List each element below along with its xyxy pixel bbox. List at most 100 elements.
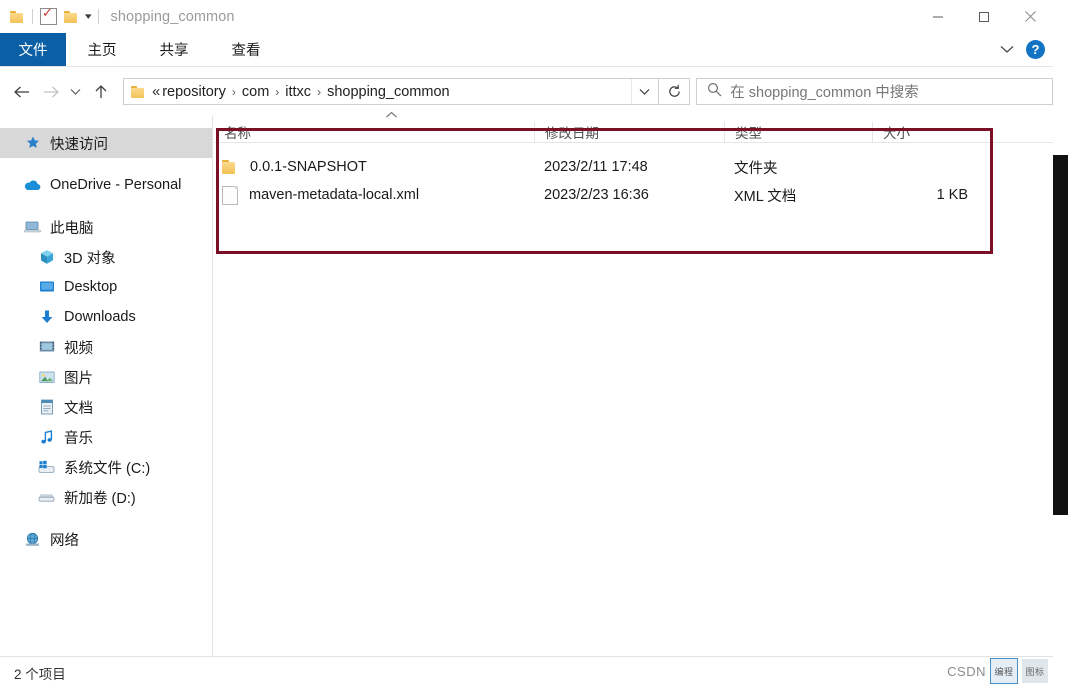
item-count-label: 2 个项目 — [14, 667, 66, 682]
ribbon-right-controls: ? — [1000, 33, 1045, 66]
drive-icon — [38, 489, 55, 506]
file-list-pane[interactable]: 名称 修改日期 类型 大小 0.0.1-SNAPSHOT 2023/2/11 1… — [214, 111, 1053, 656]
sidebar-item-label: 文档 — [64, 400, 93, 417]
sidebar-item-this-pc[interactable]: 此电脑 — [0, 212, 212, 242]
sidebar-item-desktop[interactable]: Desktop — [0, 272, 212, 302]
minimize-button[interactable] — [915, 0, 961, 33]
chevron-down-icon[interactable] — [1000, 41, 1014, 59]
3d-objects-icon — [38, 249, 55, 266]
file-explorer-window: ▾ shopping_common — [0, 0, 1054, 689]
breadcrumb-item-com[interactable]: com — [242, 84, 269, 100]
arrow-up-icon[interactable] — [87, 77, 116, 107]
breadcrumb-separator-icon[interactable]: › — [317, 85, 321, 99]
pin-star-icon — [24, 135, 41, 152]
windows-drive-icon — [38, 459, 55, 476]
column-header-name[interactable]: 名称 — [214, 122, 534, 142]
sidebar-item-downloads[interactable]: Downloads — [0, 302, 212, 332]
network-icon — [24, 531, 41, 548]
sidebar-item-label: Downloads — [64, 309, 136, 325]
downloads-icon — [38, 309, 55, 326]
toolbar-divider-2 — [97, 9, 99, 24]
chevron-down-icon[interactable]: ▾ — [85, 12, 92, 21]
breadcrumb-overflow[interactable]: « — [152, 84, 160, 100]
ribbon-tabs: 文件 主页 共享 查看 — [0, 33, 1053, 66]
file-date-cell: 2023/2/23 16:36 — [544, 187, 649, 203]
xml-document-icon — [222, 185, 238, 205]
watermark-badge-1: 编程 — [990, 658, 1018, 684]
tab-file[interactable]: 文件 — [0, 33, 66, 66]
refresh-icon[interactable] — [658, 78, 691, 105]
column-header-date-modified[interactable]: 修改日期 — [534, 122, 724, 142]
sidebar-item-3d-objects[interactable]: 3D 对象 — [0, 242, 212, 272]
file-name: 0.0.1-SNAPSHOT — [250, 159, 367, 175]
file-name: maven-metadata-local.xml — [249, 187, 420, 203]
table-row[interactable]: 0.0.1-SNAPSHOT 2023/2/11 17:48 文件夹 — [214, 153, 1053, 181]
address-bar[interactable]: « repository › com › ittxc › shopping_co… — [123, 78, 659, 105]
column-header-size[interactable]: 大小 — [872, 122, 982, 142]
search-placeholder: 在 shopping_common 中搜索 — [730, 85, 919, 101]
title-bar: ▾ shopping_common — [0, 0, 1053, 33]
sidebar-item-system-drive-c[interactable]: 系统文件 (C:) — [0, 452, 212, 482]
breadcrumb-separator-icon[interactable]: › — [232, 85, 236, 99]
sidebar-item-documents[interactable]: 文档 — [0, 392, 212, 422]
file-date-cell: 2023/2/11 17:48 — [544, 159, 648, 175]
file-type-cell: XML 文档 — [734, 188, 797, 205]
sidebar-item-label: 快速访问 — [50, 136, 108, 153]
address-dropdown-chevron-down-icon[interactable] — [630, 79, 658, 104]
breadcrumb-separator-icon[interactable]: › — [275, 85, 279, 99]
breadcrumb-item-ittxc[interactable]: ittxc — [285, 84, 311, 100]
ribbon-tab-bar: 文件 主页 共享 查看 ? — [0, 33, 1053, 67]
desktop-background-strip — [1053, 155, 1068, 515]
folder-icon[interactable] — [10, 10, 25, 23]
toolbar-divider — [32, 9, 33, 24]
table-row[interactable]: maven-metadata-local.xml 2023/2/23 16:36… — [214, 181, 1053, 209]
sidebar-item-onedrive[interactable]: OneDrive - Personal — [0, 170, 212, 200]
properties-checkmark-icon[interactable] — [40, 6, 57, 25]
csdn-watermark: CSDN 编程 图标 — [947, 658, 1048, 684]
music-icon — [38, 429, 55, 446]
navigation-bar: « repository › com › ittxc › shopping_co… — [0, 67, 1054, 116]
arrow-left-icon[interactable] — [8, 77, 37, 107]
sidebar-item-label: 此电脑 — [50, 220, 94, 237]
breadcrumb-item-repository[interactable]: repository — [162, 84, 226, 100]
help-button[interactable]: ? — [1026, 40, 1045, 59]
file-size-cell: 1 KB — [936, 187, 968, 203]
caret-up-icon — [385, 110, 398, 122]
search-input[interactable]: 在 shopping_common 中搜索 — [696, 78, 1054, 105]
documents-icon — [38, 399, 55, 416]
sidebar-item-videos[interactable]: 视频 — [0, 332, 212, 362]
file-rows: 0.0.1-SNAPSHOT 2023/2/11 17:48 文件夹 maven… — [214, 143, 1053, 209]
onedrive-cloud-icon — [24, 177, 41, 194]
tab-home[interactable]: 主页 — [66, 33, 138, 66]
sidebar-item-label: 音乐 — [64, 430, 93, 447]
breadcrumb-item-shopping-common[interactable]: shopping_common — [327, 84, 450, 100]
tab-share[interactable]: 共享 — [138, 33, 210, 66]
column-header-type[interactable]: 类型 — [724, 122, 872, 142]
arrow-right-icon[interactable] — [37, 77, 66, 107]
tab-view[interactable]: 查看 — [210, 33, 282, 66]
folder-icon — [131, 85, 146, 98]
new-folder-icon[interactable] — [64, 10, 79, 23]
file-name-cell[interactable]: maven-metadata-local.xml — [214, 185, 534, 205]
column-headers: 名称 修改日期 类型 大小 — [214, 111, 1053, 143]
sidebar-item-label: Desktop — [64, 279, 118, 295]
sidebar-item-drive-d[interactable]: 新加卷 (D:) — [0, 482, 212, 512]
maximize-button[interactable] — [961, 0, 1007, 33]
folder-icon — [222, 159, 239, 175]
sidebar-item-pictures[interactable]: 图片 — [0, 362, 212, 392]
file-type-cell: 文件夹 — [734, 160, 778, 177]
sidebar-item-music[interactable]: 音乐 — [0, 422, 212, 452]
sidebar-item-label: 网络 — [50, 532, 79, 549]
sidebar-item-quick-access[interactable]: 快速访问 — [0, 128, 212, 158]
sidebar-item-label: 3D 对象 — [64, 250, 116, 267]
quick-access-toolbar: ▾ — [0, 0, 99, 33]
navigation-pane[interactable]: 快速访问 OneDrive - Personal 此电脑 3D 对象 Deskt… — [0, 116, 213, 656]
sidebar-item-network[interactable]: 网络 — [0, 524, 212, 554]
recent-locations-chevron-down-icon[interactable] — [65, 77, 87, 107]
close-button[interactable] — [1007, 0, 1053, 33]
file-name-cell[interactable]: 0.0.1-SNAPSHOT — [214, 159, 534, 175]
videos-icon — [38, 339, 55, 356]
